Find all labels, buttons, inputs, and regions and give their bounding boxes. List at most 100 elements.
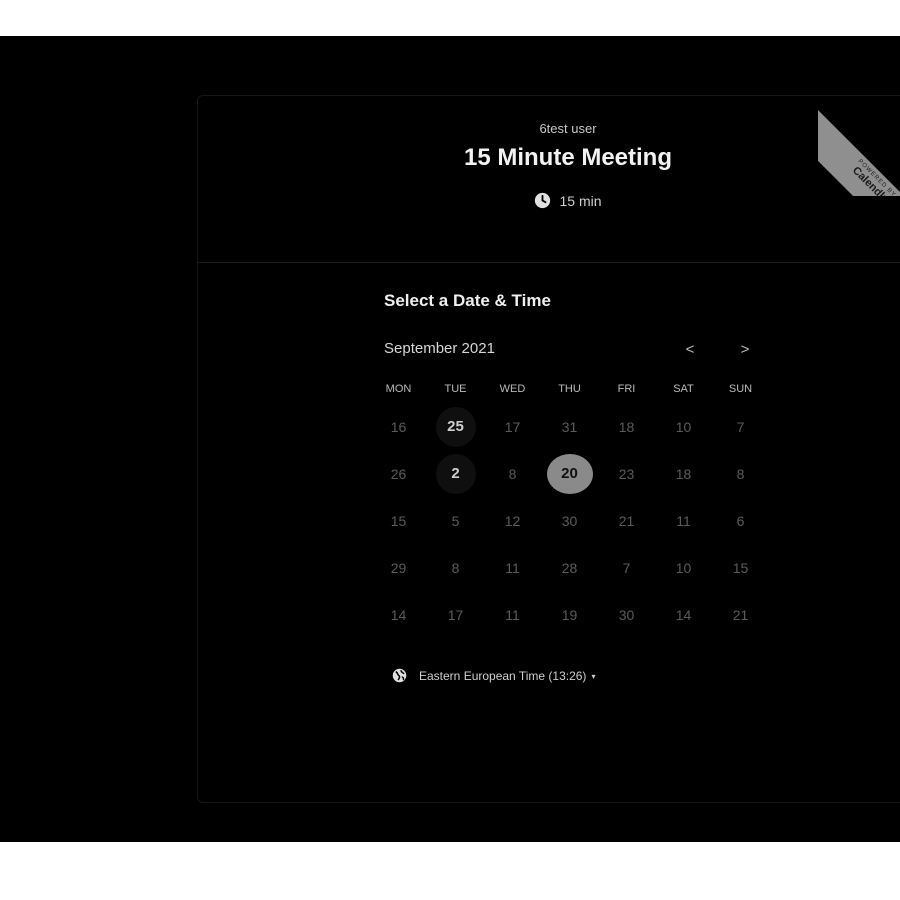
calendar-day: 10 — [655, 544, 712, 591]
event-title: 15 Minute Meeting — [463, 144, 673, 171]
day-number: 17 — [447, 606, 464, 623]
booking-card: 6test user 15 Minute Meeting 15 min POWE… — [197, 95, 900, 803]
day-number: 21 — [732, 606, 749, 623]
calendar-day: 5 — [427, 497, 484, 544]
calendar-day: 18 — [655, 450, 712, 497]
month-navigation: September 2021 < > — [384, 340, 764, 362]
day-number: 30 — [561, 512, 578, 529]
weekday-label: SUN — [728, 383, 753, 395]
duration-label: 15 min — [559, 193, 602, 209]
day-number: 14 — [675, 606, 692, 623]
day-number: 31 — [561, 418, 578, 435]
day-number: 21 — [618, 512, 635, 529]
calendar-day: 30 — [598, 591, 655, 638]
day-number: 7 — [736, 418, 745, 435]
day-number: 10 — [675, 418, 692, 435]
calendar-day: 17 — [484, 403, 541, 450]
calendar-day: 31 — [541, 403, 598, 450]
calendar-day: 18 — [598, 403, 655, 450]
weekday-label: FRI — [617, 383, 636, 395]
app-screen: 6test user 15 Minute Meeting 15 min POWE… — [0, 36, 900, 842]
day-number: 8 — [736, 465, 745, 482]
calendar-day: 7 — [712, 403, 769, 450]
calendar-day: 30 — [541, 497, 598, 544]
calendar-week: 29 8 11 28 7 10 15 — [370, 544, 770, 591]
calendar-week: 26 2 8 20 23 18 8 — [370, 450, 770, 497]
day-number: 18 — [675, 465, 692, 482]
weekday-label: MON — [385, 383, 412, 395]
calendar-day: 15 — [370, 497, 427, 544]
globe-icon — [392, 668, 407, 686]
event-header: 6test user 15 Minute Meeting 15 min — [198, 96, 900, 263]
timezone-selector[interactable]: Eastern European Time (13:26) ▾ — [392, 668, 595, 686]
calendar-day-selected[interactable]: 20 — [541, 450, 598, 497]
calendar-day: 11 — [655, 497, 712, 544]
prev-month-button[interactable]: < — [676, 336, 704, 364]
calendar-day: 10 — [655, 403, 712, 450]
day-number: 11 — [505, 606, 520, 623]
day-number: 26 — [390, 465, 407, 482]
calendar-grid: MON TUE WED THU FRI SAT SUN 16 25 17 31 18 10… — [370, 383, 770, 638]
day-number: 12 — [504, 512, 521, 529]
calendar-day: 23 — [598, 450, 655, 497]
day-number: 19 — [561, 606, 578, 623]
calendar-day: 14 — [370, 591, 427, 638]
calendar-day: 11 — [484, 591, 541, 638]
caret-down-icon: ▾ — [591, 672, 596, 681]
host-name: 6test user — [539, 121, 597, 136]
event-duration: 15 min — [198, 192, 900, 212]
calendar-day: 7 — [598, 544, 655, 591]
calendar-weeks: 16 25 17 31 18 10 7 26 2 8 20 23 18 8 15 5 12 30 21 11 6 29 8 1… — [370, 403, 770, 638]
calendar-day: 15 — [712, 544, 769, 591]
day-number[interactable]: 25 — [435, 406, 476, 447]
powered-by-ribbon[interactable]: POWERED BY Calendly — [818, 96, 900, 196]
day-number: 15 — [390, 512, 407, 529]
weekday-label: WED — [499, 383, 526, 395]
day-number: 16 — [390, 418, 407, 435]
calendar-week: 14 17 11 19 30 14 21 — [370, 591, 770, 638]
calendar-day: 21 — [598, 497, 655, 544]
calendar-day: 12 — [484, 497, 541, 544]
day-number: 23 — [618, 465, 635, 482]
day-number: 29 — [390, 559, 407, 576]
calendar-day: 28 — [541, 544, 598, 591]
weekday-label: TUE — [444, 383, 467, 395]
calendar-day: 29 — [370, 544, 427, 591]
day-number[interactable]: 2 — [435, 453, 476, 494]
timezone-label: Eastern European Time (13:26) — [419, 669, 587, 683]
day-number: 10 — [675, 559, 692, 576]
day-number: 30 — [618, 606, 635, 623]
day-number: 15 — [732, 559, 749, 576]
calendar-day: 11 — [484, 544, 541, 591]
next-month-button[interactable]: > — [731, 336, 759, 364]
day-number[interactable]: 20 — [546, 453, 593, 494]
calendar-day[interactable]: 25 — [427, 403, 484, 450]
calendar-day: 19 — [541, 591, 598, 638]
calendar-day: 8 — [484, 450, 541, 497]
clock-icon — [534, 192, 551, 212]
day-number: 5 — [451, 512, 460, 529]
day-number: 17 — [504, 418, 521, 435]
day-number: 14 — [390, 606, 407, 623]
day-number: 18 — [618, 418, 635, 435]
calendar-day: 6 — [712, 497, 769, 544]
day-number: 8 — [508, 465, 517, 482]
calendar-day: 8 — [712, 450, 769, 497]
section-title: Select a Date & Time — [384, 291, 551, 310]
day-number: 28 — [561, 559, 578, 576]
calendar-day: 26 — [370, 450, 427, 497]
weekday-label: THU — [558, 383, 581, 395]
weekday-label: SAT — [673, 383, 694, 395]
day-number: 11 — [505, 559, 520, 576]
calendar-day: 17 — [427, 591, 484, 638]
calendar-day: 14 — [655, 591, 712, 638]
calendar-day: 8 — [427, 544, 484, 591]
calendar-day[interactable]: 2 — [427, 450, 484, 497]
calendar-day: 21 — [712, 591, 769, 638]
calendar-week: 16 25 17 31 18 10 7 — [370, 403, 770, 450]
weekday-header: MON TUE WED THU FRI SAT SUN — [370, 383, 770, 403]
calendar-week: 15 5 12 30 21 11 6 — [370, 497, 770, 544]
day-number: 11 — [676, 512, 691, 529]
ribbon-banner[interactable]: POWERED BY Calendly — [818, 110, 900, 196]
month-label: September 2021 — [384, 340, 495, 357]
